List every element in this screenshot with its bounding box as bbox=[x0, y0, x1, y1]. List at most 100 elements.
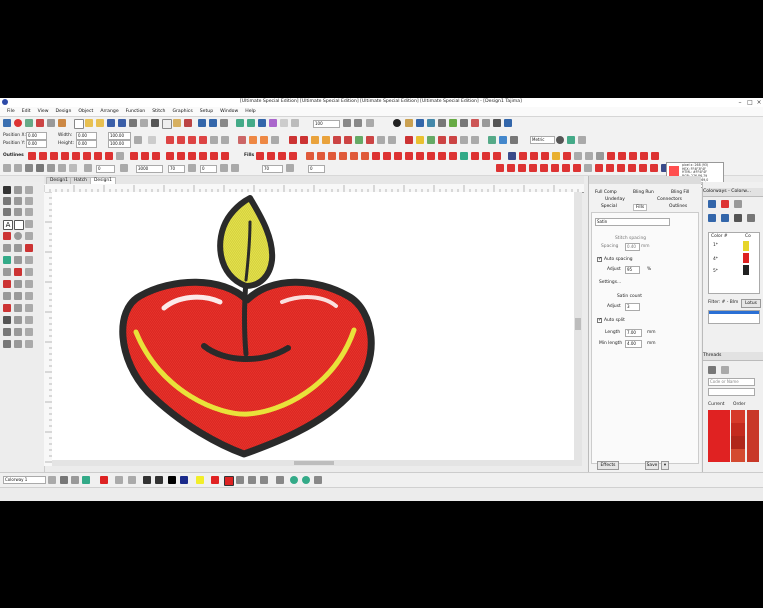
fill-net-icon[interactable] bbox=[471, 152, 479, 160]
current-thread-swatch[interactable] bbox=[708, 410, 730, 462]
tree-icon[interactable] bbox=[449, 119, 457, 127]
num-field-4[interactable]: 70 bbox=[262, 165, 283, 173]
menu-function[interactable]: Function bbox=[126, 109, 146, 114]
carving-tool-icon[interactable] bbox=[25, 340, 33, 348]
outline-candlewick-icon[interactable] bbox=[105, 152, 113, 160]
outline-run-icon[interactable] bbox=[28, 152, 36, 160]
text-tool-icon[interactable]: A bbox=[3, 220, 13, 230]
position-x-field[interactable]: 0.00 bbox=[26, 132, 47, 140]
star-tool-icon[interactable] bbox=[25, 232, 33, 240]
group-icon[interactable] bbox=[58, 164, 66, 172]
outline-border-icon[interactable] bbox=[221, 152, 229, 160]
current-color-swatch[interactable] bbox=[100, 476, 108, 484]
tie-tool-icon[interactable] bbox=[25, 292, 33, 300]
num-field-2[interactable]: 70 bbox=[168, 165, 185, 173]
target-icon[interactable] bbox=[556, 136, 564, 144]
knife-icon[interactable] bbox=[36, 164, 44, 172]
outline-flex-icon[interactable] bbox=[210, 152, 218, 160]
pen-tool-icon[interactable] bbox=[14, 197, 22, 205]
color-swatch-10-icon[interactable] bbox=[595, 164, 603, 172]
record-icon[interactable] bbox=[14, 119, 22, 127]
color-9-icon[interactable] bbox=[377, 136, 385, 144]
pan-tool-icon[interactable] bbox=[14, 208, 22, 216]
thread-palette-2[interactable] bbox=[747, 410, 759, 462]
menu-setup[interactable]: Setup bbox=[200, 109, 213, 114]
color-swatch-8-icon[interactable] bbox=[573, 164, 581, 172]
fill-arrow-icon[interactable] bbox=[585, 152, 593, 160]
stitch-list-icon[interactable] bbox=[460, 119, 468, 127]
lotus-button[interactable]: Lotus bbox=[741, 299, 761, 308]
info-icon[interactable] bbox=[393, 119, 401, 127]
check-icon[interactable] bbox=[567, 136, 575, 144]
redo-icon[interactable] bbox=[209, 119, 217, 127]
outline-ripple-icon[interactable] bbox=[177, 152, 185, 160]
fill-sun-icon[interactable] bbox=[552, 152, 560, 160]
rectangle-tool-icon[interactable] bbox=[14, 220, 24, 230]
needle-icon[interactable] bbox=[115, 476, 123, 484]
fill-star-icon[interactable] bbox=[394, 152, 402, 160]
shape-3-icon[interactable] bbox=[449, 136, 457, 144]
shape-2-icon[interactable] bbox=[438, 136, 446, 144]
show-all-icon[interactable] bbox=[258, 119, 266, 127]
break-tool-icon[interactable] bbox=[25, 328, 33, 336]
monogram-tool-icon[interactable] bbox=[25, 220, 33, 228]
circle-tool-icon[interactable] bbox=[14, 232, 22, 240]
fill-sequin-icon[interactable] bbox=[427, 152, 435, 160]
measure-icon[interactable] bbox=[269, 119, 277, 127]
rotate-left-icon[interactable] bbox=[120, 164, 128, 172]
fill-spiral-icon[interactable] bbox=[372, 152, 380, 160]
hoop-icon[interactable] bbox=[291, 119, 299, 127]
selected-chart-row[interactable] bbox=[709, 311, 759, 314]
fill-type-select[interactable]: Satin bbox=[595, 218, 670, 226]
fill-tatami-icon[interactable] bbox=[256, 152, 264, 160]
color-6-icon[interactable] bbox=[344, 136, 352, 144]
pointer-icon[interactable] bbox=[3, 186, 11, 194]
colorway-up-icon[interactable] bbox=[708, 214, 716, 222]
color-tool-7-icon[interactable] bbox=[314, 476, 322, 484]
color-swatch-5-icon[interactable] bbox=[540, 164, 548, 172]
lock-proportion-icon[interactable] bbox=[134, 136, 142, 144]
color-swatch-4-icon[interactable] bbox=[529, 164, 537, 172]
sequin-tool-icon[interactable] bbox=[14, 280, 22, 288]
fill-chenille-icon[interactable] bbox=[438, 152, 446, 160]
stitch-type-1-icon[interactable] bbox=[166, 136, 174, 144]
zoom-fit-icon[interactable] bbox=[366, 119, 374, 127]
color-3-icon[interactable] bbox=[311, 136, 319, 144]
frame-tool-icon[interactable] bbox=[14, 316, 22, 324]
embroidery-design[interactable] bbox=[52, 192, 574, 460]
save-icon[interactable] bbox=[107, 119, 115, 127]
menu-window[interactable]: Window bbox=[220, 109, 238, 114]
outline-zigzag-icon[interactable] bbox=[72, 152, 80, 160]
color-5-icon[interactable] bbox=[333, 136, 341, 144]
outline-chain-icon[interactable] bbox=[152, 152, 160, 160]
outline-triple-icon[interactable] bbox=[39, 152, 47, 160]
num-field-3[interactable]: 0 bbox=[200, 165, 217, 173]
color-tool-1-icon[interactable] bbox=[236, 476, 244, 484]
align-icon[interactable] bbox=[238, 136, 246, 144]
fill-pattern-1-icon[interactable] bbox=[607, 152, 615, 160]
circle-select-icon[interactable] bbox=[14, 186, 22, 194]
home-icon[interactable] bbox=[3, 119, 11, 127]
stitch-player-icon[interactable] bbox=[236, 119, 244, 127]
colorway-settings-icon[interactable] bbox=[747, 214, 755, 222]
open-recent-icon[interactable] bbox=[96, 119, 104, 127]
shape-4-icon[interactable] bbox=[460, 136, 468, 144]
node-tool-icon[interactable] bbox=[3, 197, 11, 205]
column-tool-icon[interactable] bbox=[25, 256, 33, 264]
thread-code-input[interactable] bbox=[708, 388, 755, 396]
color-chip-red[interactable] bbox=[211, 476, 219, 484]
outline-e-icon[interactable] bbox=[61, 152, 69, 160]
zoom-tool-icon[interactable] bbox=[3, 208, 11, 216]
tab-outlines[interactable]: Outlines bbox=[667, 204, 689, 209]
hoop-tool-icon[interactable] bbox=[3, 316, 11, 324]
scissors-tool-icon[interactable] bbox=[25, 280, 33, 288]
print-preview-icon[interactable] bbox=[140, 119, 148, 127]
join-tool-icon[interactable] bbox=[14, 328, 22, 336]
color-7-icon[interactable] bbox=[355, 136, 363, 144]
stitch-type-2-icon[interactable] bbox=[177, 136, 185, 144]
color-1-icon[interactable] bbox=[289, 136, 297, 144]
jump-tool-icon[interactable] bbox=[14, 304, 22, 312]
thread-palette[interactable] bbox=[731, 410, 745, 462]
fill-contour-icon[interactable] bbox=[278, 152, 286, 160]
color-chip-black[interactable] bbox=[168, 476, 176, 484]
